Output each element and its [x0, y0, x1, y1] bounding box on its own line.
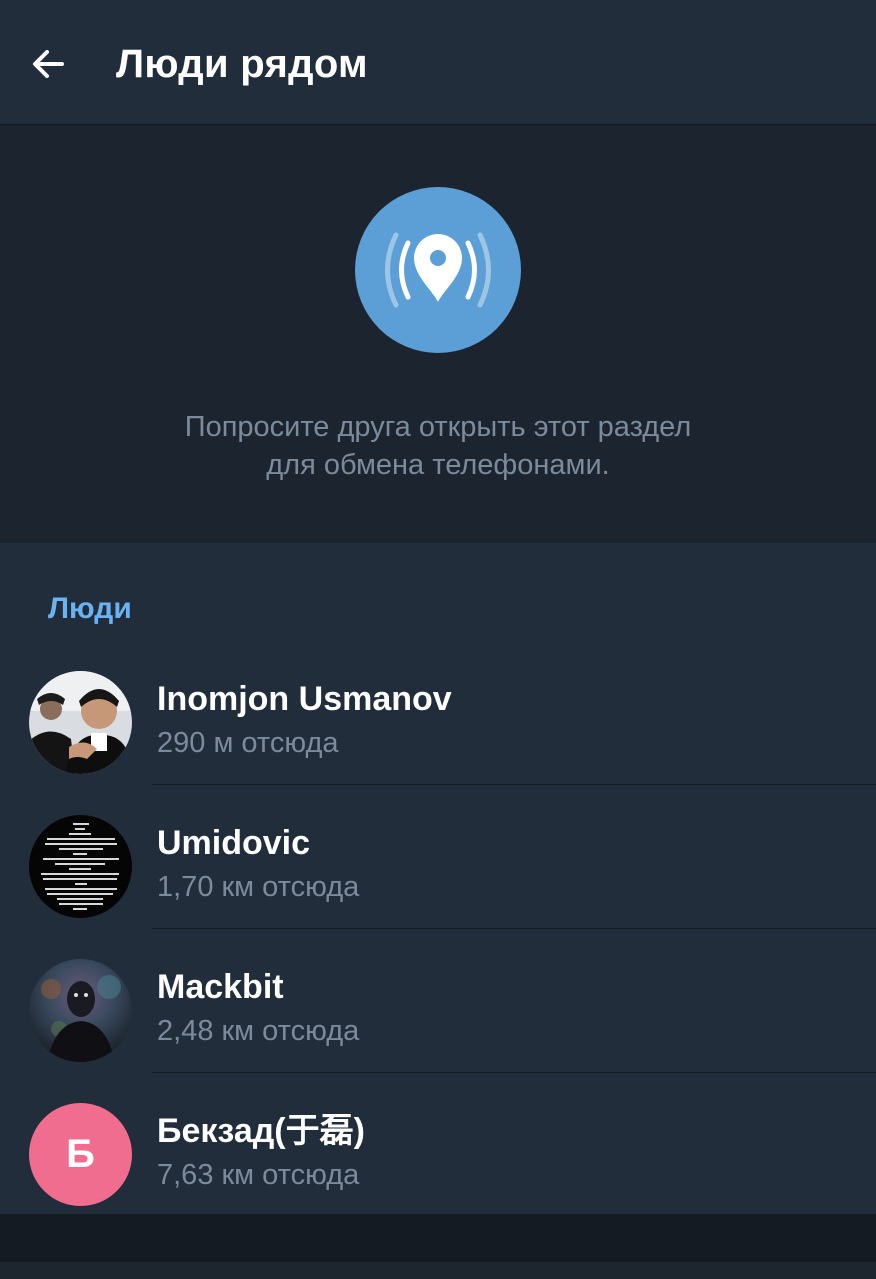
hero-line-1: Попросите друга открыть этот раздел: [184, 411, 692, 443]
hero-description: Попросите друга открыть этот раздел для …: [0, 408, 876, 484]
avatar: [29, 959, 132, 1062]
section-header-people: Люди: [48, 592, 132, 625]
person-distance: 1,70 км отсюда: [157, 871, 360, 903]
person-name: Inomjon Usmanov: [157, 680, 452, 718]
people-section: Люди Inomjon Usmanov 290 м отсюда Umidov…: [0, 543, 876, 1214]
person-distance: 7,63 км отсюда: [157, 1159, 360, 1191]
hero-line-2: для обмена телефонами.: [266, 449, 610, 481]
list-item[interactable]: Б Бекзад(于磊) 7,63 км отсюда: [0, 1073, 876, 1217]
person-name: Mackbit: [157, 968, 284, 1006]
avatar: Б: [29, 1103, 132, 1206]
person-distance: 2,48 км отсюда: [157, 1015, 360, 1047]
list-item[interactable]: Mackbit 2,48 км отсюда: [0, 929, 876, 1073]
hero-icon-circle: [355, 187, 521, 353]
arrow-left-icon: [33, 50, 64, 78]
avatar: [29, 815, 132, 918]
page-title: Люди рядом: [116, 42, 368, 86]
back-button[interactable]: [20, 36, 76, 92]
bottom-strip: [0, 1262, 876, 1279]
avatar: [29, 671, 132, 774]
person-name: Umidovic: [157, 824, 311, 862]
app-bar: Люди рядом: [0, 0, 876, 125]
person-name: Бекзад(于磊): [157, 1112, 365, 1150]
list-item[interactable]: Inomjon Usmanov 290 м отсюда: [0, 641, 876, 785]
list-item[interactable]: Umidovic 1,70 км отсюда: [0, 785, 876, 929]
hero-section: Попросите друга открыть этот раздел для …: [0, 126, 876, 543]
location-broadcast-icon: [385, 232, 491, 308]
person-distance: 290 м отсюда: [157, 727, 339, 759]
avatar-initial: Б: [66, 1132, 95, 1176]
